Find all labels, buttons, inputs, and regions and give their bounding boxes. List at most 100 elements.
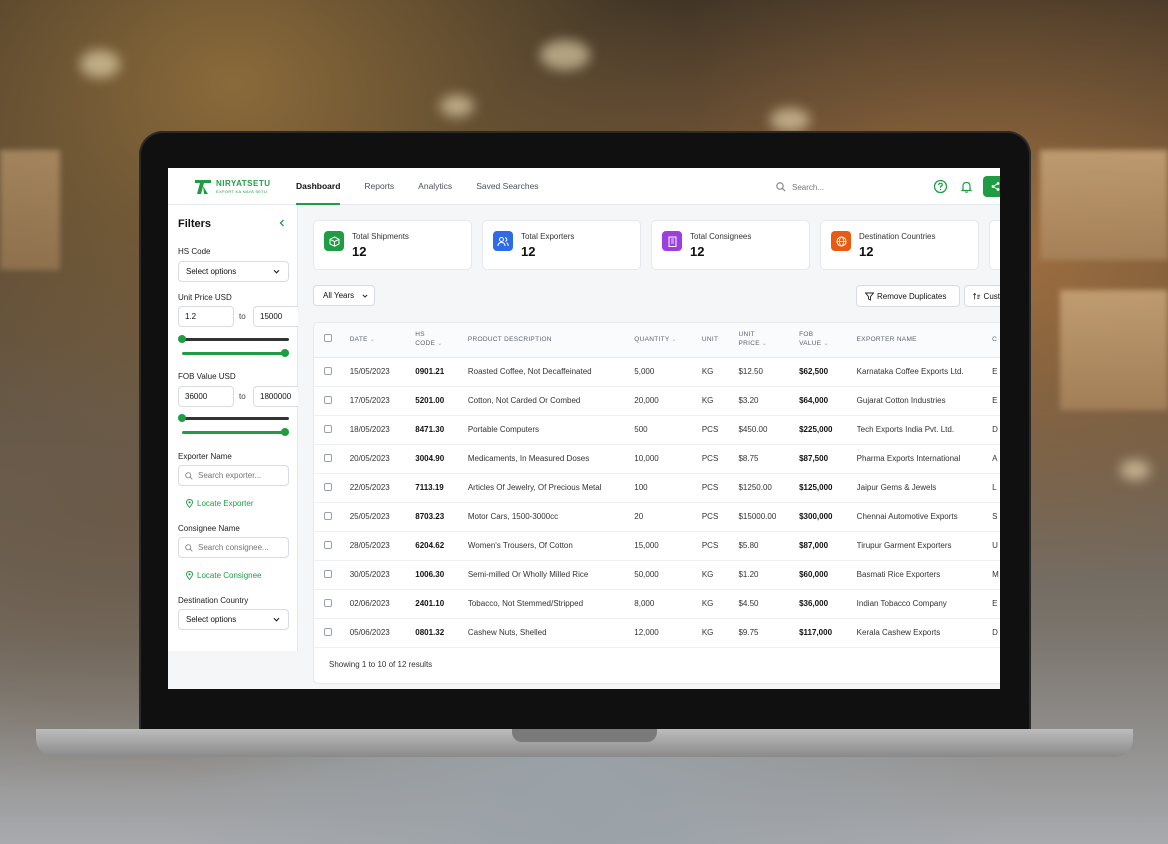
col-hs-code[interactable]: HS CODE ⌄	[415, 323, 468, 357]
table-row[interactable]: 18/05/2023 8471.30 Portable Computers 500 PC…	[314, 415, 1000, 444]
cell-next: L	[992, 483, 997, 492]
unit-price-slider-min[interactable]	[178, 335, 289, 343]
cell-product: Cashew Nuts, Shelled	[467, 628, 547, 637]
table-row[interactable]: 17/05/2023 5201.00 Cotton, Not Carded Or C…	[314, 386, 1000, 415]
exporter-search-input[interactable]	[198, 471, 288, 480]
hs-code-select[interactable]: Select options	[178, 261, 289, 282]
row-checkbox[interactable]	[324, 395, 332, 404]
cell-unit: KG	[701, 628, 714, 637]
slider-handle[interactable]	[281, 349, 289, 357]
bell-icon[interactable]	[959, 179, 974, 194]
pagination-summary: Showing 1 to 10 of 12 results	[329, 660, 433, 669]
stat-total-exporters: Total Exporters 12	[482, 220, 641, 270]
row-checkbox[interactable]	[324, 424, 332, 433]
users-icon	[493, 231, 513, 251]
col-price-label-2: PRICE	[738, 340, 760, 348]
cell-hs: 5201.00	[415, 396, 445, 405]
locate-consignee-link[interactable]: Locate Consignee	[186, 571, 262, 580]
cell-fob: $64,000	[799, 396, 829, 405]
row-checkbox[interactable]	[324, 511, 332, 520]
slider-handle[interactable]	[178, 335, 186, 343]
table-row[interactable]: 25/05/2023 8703.23 Motor Cars, 1500-3000cc…	[314, 502, 1000, 531]
select-all-checkbox[interactable]	[324, 334, 332, 343]
col-hs-label-1: HS	[415, 331, 425, 339]
row-checkbox[interactable]	[324, 569, 332, 578]
nav-dashboard[interactable]: Dashboard	[296, 168, 341, 205]
row-checkbox[interactable]	[324, 627, 332, 636]
fob-min-input[interactable]: 36000	[178, 386, 234, 407]
fob-slider-max[interactable]	[182, 428, 289, 436]
cell-price: $5.80	[738, 541, 759, 550]
row-checkbox[interactable]	[324, 453, 332, 462]
locate-exporter-link[interactable]: Locate Exporter	[186, 499, 253, 508]
table-row[interactable]: 02/06/2023 2401.10 Tobacco, Not Stemmed/St…	[314, 589, 1000, 618]
cell-product: Medicaments, In Measured Doses	[467, 454, 590, 463]
sort-icon	[973, 292, 981, 299]
col-fob-value[interactable]: FOB VALUE ⌄	[799, 323, 857, 357]
stat-label: Total Consignees	[690, 232, 752, 241]
years-value: All Years	[323, 291, 355, 300]
fob-max-input[interactable]: 1800000	[253, 386, 298, 407]
remove-duplicates-button[interactable]: Remove Duplicates	[856, 285, 960, 307]
col-date[interactable]: DATE ⌄	[350, 323, 416, 357]
logo[interactable]: NIRYATSETU EXPORT KA NAYA SETU	[192, 176, 270, 198]
cell-price: $1250.00	[738, 483, 772, 492]
stat-value: 12	[690, 244, 705, 259]
destination-country-select[interactable]: Select options	[178, 609, 289, 630]
cell-qty: 12,000	[634, 628, 659, 637]
slider-handle[interactable]	[178, 414, 186, 422]
unit-price-max-input[interactable]: 15000	[253, 306, 298, 327]
cell-product: Portable Computers	[467, 425, 539, 434]
table-row[interactable]: 28/05/2023 6204.62 Women's Trousers, Of Co…	[314, 531, 1000, 560]
consignee-search-input[interactable]	[198, 543, 288, 552]
row-checkbox[interactable]	[324, 540, 332, 549]
cell-exporter: Chennai Automotive Exports	[856, 512, 958, 521]
years-select[interactable]: All Years	[313, 285, 375, 306]
cell-product: Roasted Coffee, Not Decaffeinated	[467, 367, 592, 376]
cell-date: 22/05/2023	[349, 483, 390, 492]
building-icon	[662, 231, 682, 251]
locate-exporter-label: Locate Exporter	[197, 499, 254, 508]
background-box	[1040, 150, 1168, 260]
table-row[interactable]: 30/05/2023 1006.30 Semi-milled Or Wholly M…	[314, 560, 1000, 589]
share-button[interactable]	[983, 176, 1000, 197]
customize-button[interactable]: Cust	[964, 285, 1000, 307]
row-checkbox[interactable]	[324, 482, 332, 491]
table-row[interactable]: 22/05/2023 7113.19 Articles Of Jewelry, Of…	[314, 473, 1000, 502]
col-unit-price[interactable]: UNIT PRICE ⌄	[738, 323, 799, 357]
unit-price-slider-max[interactable]	[182, 349, 289, 357]
cell-hs: 8471.30	[415, 425, 445, 434]
help-icon[interactable]	[933, 179, 948, 194]
table-row[interactable]: 20/05/2023 3004.90 Medicaments, In Measure…	[314, 444, 1000, 473]
nav-analytics[interactable]: Analytics	[406, 168, 464, 205]
filters-sidebar: Filters HS Code Select options Unit Pric…	[168, 205, 298, 651]
unit-price-min-input[interactable]: 1.2	[178, 306, 234, 327]
sort-icon: ⌄	[823, 341, 829, 348]
stat-value: 12	[859, 244, 874, 259]
col-quantity[interactable]: QUANTITY ⌄	[634, 323, 702, 357]
cell-hs: 1006.30	[415, 570, 445, 579]
row-checkbox[interactable]	[324, 598, 332, 607]
cell-unit: PCS	[701, 454, 719, 463]
table-row[interactable]: 15/05/2023 0901.21 Roasted Coffee, Not Dec…	[314, 357, 1000, 386]
consignee-search	[178, 537, 289, 558]
cell-product: Semi-milled Or Wholly Milled Rice	[467, 570, 589, 579]
fob-slider-min[interactable]	[178, 414, 289, 422]
main-nav: Dashboard Reports Analytics Saved Search…	[296, 168, 551, 205]
table-row[interactable]: 05/06/2023 0801.32 Cashew Nuts, Shelled 12,…	[314, 618, 1000, 647]
nav-reports[interactable]: Reports	[352, 168, 406, 205]
cell-date: 30/05/2023	[349, 570, 390, 579]
cell-date: 02/06/2023	[349, 599, 390, 608]
chevron-left-icon[interactable]	[277, 218, 287, 228]
cell-unit: PCS	[701, 483, 719, 492]
cell-fob: $300,000	[799, 512, 833, 521]
nav-saved-searches[interactable]: Saved Searches	[464, 168, 550, 205]
row-checkbox-cell	[314, 386, 350, 415]
background-light	[770, 108, 810, 132]
cell-price: $450.00	[738, 425, 768, 434]
slider-handle[interactable]	[281, 428, 289, 436]
cell-hs: 8703.23	[415, 512, 445, 521]
cell-qty: 5,000	[634, 367, 655, 376]
row-checkbox[interactable]	[324, 366, 332, 375]
search-input[interactable]	[792, 182, 892, 192]
